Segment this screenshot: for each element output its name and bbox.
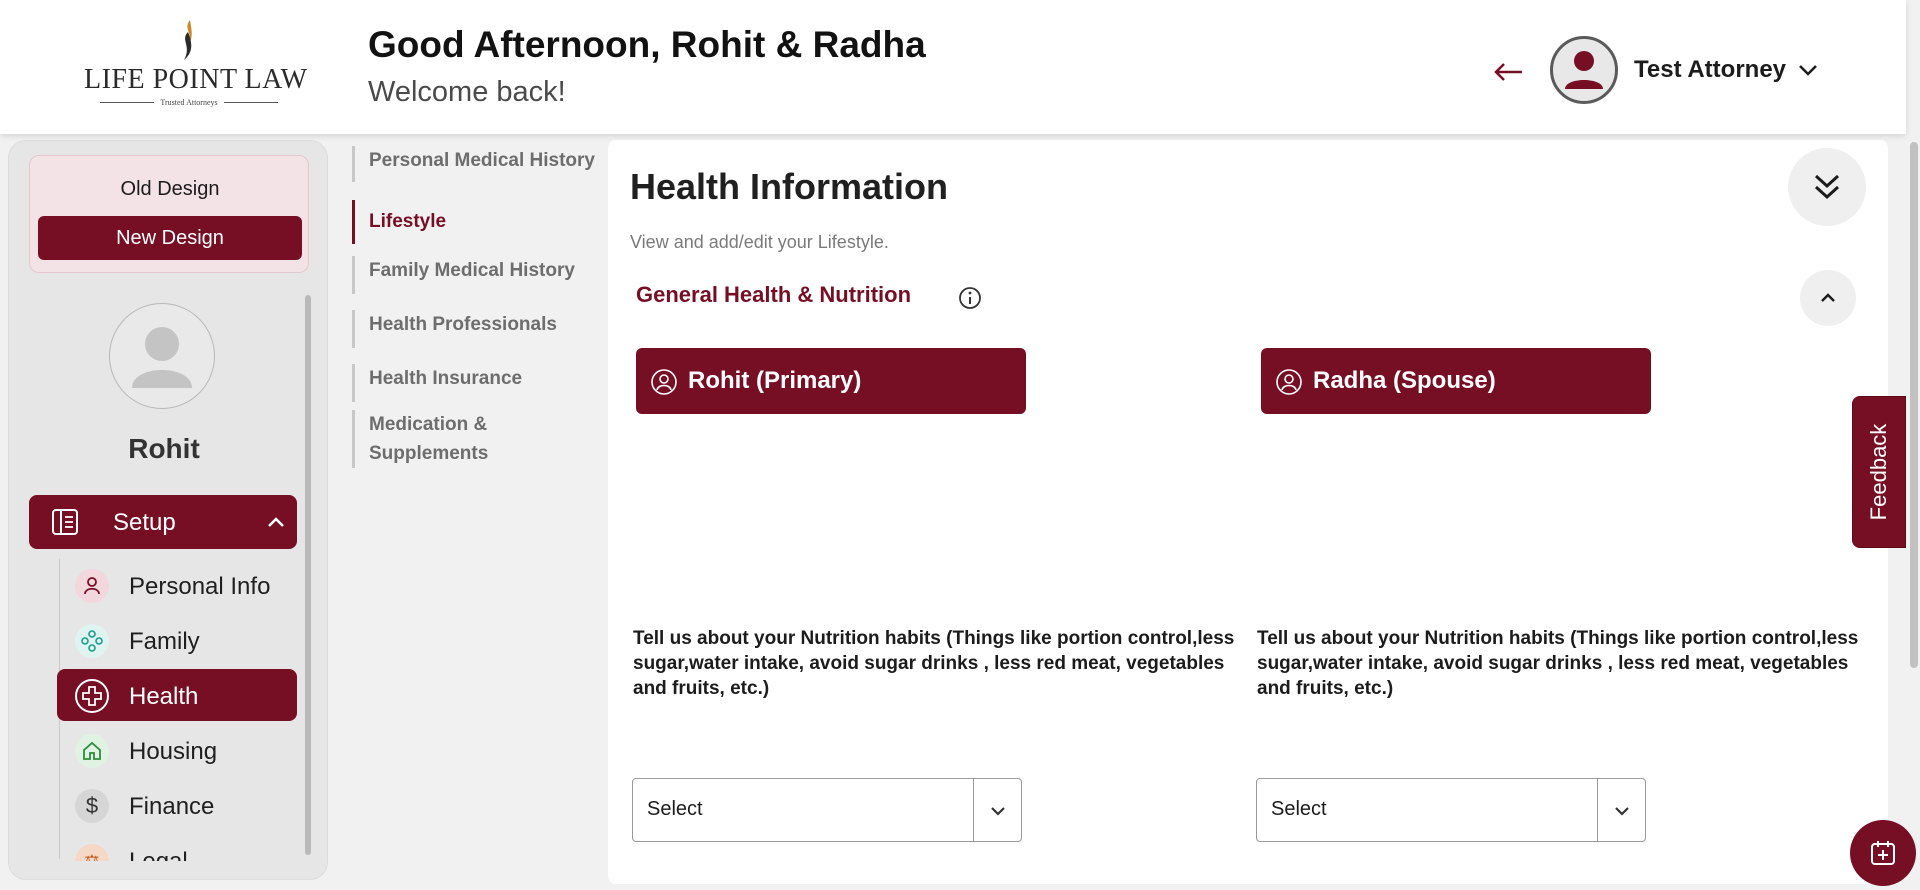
chevron-up-icon [1821, 293, 1835, 302]
sidebar-item-label: Family [129, 628, 200, 655]
select-divider [1597, 779, 1598, 841]
profile-placeholder-icon [132, 327, 192, 388]
greeting-heading: Good Afternoon, Rohit & Radha [368, 24, 926, 65]
chevron-down-icon [991, 807, 1005, 816]
old-design-button[interactable]: Old Design [30, 178, 310, 201]
sidebar-item-health[interactable]: Health [57, 669, 297, 721]
tab-personal-medical-history[interactable]: Personal Medical History [352, 146, 608, 182]
sidebar-scrollbar[interactable] [305, 295, 311, 855]
sidebar-item-personal-info[interactable]: Personal Info [57, 559, 297, 611]
person-icon [75, 569, 109, 603]
info-icon[interactable] [958, 286, 982, 310]
left-sidebar: Old Design New Design Rohit Setup Person… [8, 140, 328, 880]
tab-health-insurance[interactable]: Health Insurance [352, 364, 608, 402]
logo-rule-left [100, 102, 155, 103]
nutrition-select-primary[interactable]: Select [632, 778, 1022, 842]
health-plus-icon [75, 679, 109, 713]
user-name[interactable]: Test Attorney [1634, 56, 1786, 84]
nutrition-question-spouse: Tell us about your Nutrition habits (Thi… [1257, 628, 1859, 699]
dollar-icon: $ [75, 789, 109, 823]
sidebar-item-housing[interactable]: Housing [57, 724, 297, 776]
life-point-law-logo[interactable]: LIFE POINT LAW Trusted Attorneys [84, 18, 308, 110]
page-subtitle: View and add/edit your Lifestyle. [630, 232, 889, 252]
feedback-tab[interactable]: Feedback [1852, 396, 1906, 548]
setup-label: Setup [113, 509, 176, 536]
nutrition-question-primary: Tell us about your Nutrition habits (Thi… [633, 628, 1235, 699]
logo-text: LIFE POINT LAW [84, 64, 308, 95]
sidebar-item-label: Personal Info [129, 573, 271, 600]
setup-menu-button[interactable]: Setup [29, 495, 297, 549]
top-header: LIFE POINT LAW Trusted Attorneys Good Af… [0, 0, 1906, 134]
tab-health-professionals[interactable]: Health Professionals [352, 310, 608, 348]
person-circle-icon [1276, 369, 1302, 395]
calendar-add-icon [1871, 841, 1895, 865]
user-avatar[interactable] [1550, 36, 1618, 104]
spouse-person-tab[interactable]: Radha (Spouse) [1261, 348, 1651, 414]
select-value: Select [647, 798, 703, 820]
feedback-label: Feedback [1866, 423, 1891, 521]
welcome-text: Welcome back! [368, 76, 566, 108]
section-title: General Health & Nutrition [636, 282, 912, 307]
sidebar-item-label: Health [129, 683, 199, 710]
setup-nav-list: Personal Info Family Health Housing $ Fi… [57, 559, 297, 861]
sidebar-item-label: Legal [129, 848, 188, 861]
back-arrow-icon[interactable] [1490, 54, 1526, 90]
logo-rule-right [223, 102, 278, 103]
health-information-panel: Health Information View and add/edit you… [608, 140, 1888, 884]
primary-person-tab[interactable]: Rohit (Primary) [636, 348, 1026, 414]
profile-avatar [109, 303, 215, 409]
tab-family-medical-history[interactable]: Family Medical History [352, 256, 608, 294]
sidebar-item-label: Finance [129, 793, 215, 820]
user-avatar-icon [1565, 51, 1603, 89]
add-event-button[interactable] [1850, 820, 1916, 886]
page-scrollbar-thumb[interactable] [1910, 142, 1918, 668]
spouse-person-label: Radha (Spouse) [1313, 367, 1496, 394]
tab-medication-supplements[interactable]: Medication & Supplements [352, 410, 572, 468]
design-toggle-box: Old Design New Design [29, 155, 309, 273]
double-chevron-down-icon [1814, 174, 1840, 200]
profile-name: Rohit [128, 433, 200, 464]
chevron-down-icon [1615, 807, 1629, 816]
chevron-down-icon[interactable] [1796, 58, 1820, 82]
primary-person-label: Rohit (Primary) [688, 367, 862, 394]
logo-tagline: Trusted Attorneys [160, 98, 218, 107]
person-circle-icon [651, 369, 677, 395]
sidebar-item-legal[interactable]: ⚖ Legal [57, 834, 297, 861]
family-icon [75, 624, 109, 658]
setup-panel-icon [52, 509, 78, 535]
page-title: Health Information [630, 166, 949, 207]
logo-tagline-row: Trusted Attorneys [84, 98, 294, 107]
select-divider [973, 779, 974, 841]
sidebar-item-finance[interactable]: $ Finance [57, 779, 297, 831]
sidebar-item-family[interactable]: Family [57, 614, 297, 666]
health-subnav: Personal Medical History Lifestyle Famil… [352, 140, 608, 470]
section-collapse-button[interactable] [1800, 270, 1856, 326]
chevron-up-icon [268, 517, 284, 527]
new-design-button[interactable]: New Design [38, 216, 302, 260]
legal-icon: ⚖ [75, 844, 109, 861]
select-value: Select [1271, 798, 1327, 820]
flame-logo-icon [184, 20, 192, 60]
tab-lifestyle[interactable]: Lifestyle [352, 200, 608, 244]
house-icon [75, 734, 109, 768]
sidebar-item-label: Housing [129, 738, 218, 765]
nutrition-select-spouse[interactable]: Select [1256, 778, 1646, 842]
collapse-all-button[interactable] [1788, 148, 1866, 226]
